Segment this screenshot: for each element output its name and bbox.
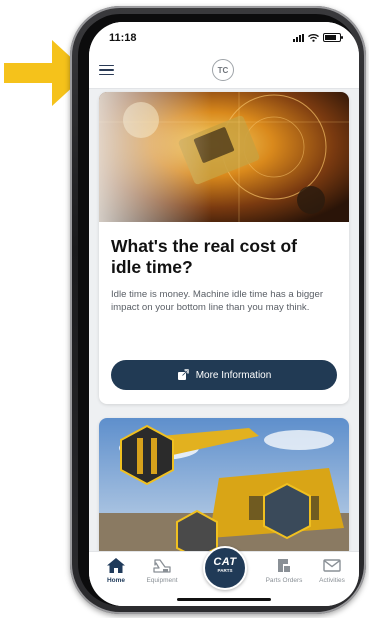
battery-icon <box>323 33 343 42</box>
nav-equipment-label: Equipment <box>146 577 178 584</box>
cat-parts-sub-text: PARTS <box>217 568 233 573</box>
external-link-icon <box>177 369 189 380</box>
tc-logo: TC <box>212 59 234 81</box>
home-icon <box>107 558 125 573</box>
article-hero-image <box>99 92 349 222</box>
article-description: Idle time is money. Machine idle time ha… <box>111 289 324 313</box>
status-bar: 11:18 <box>89 22 359 52</box>
equipment-promo-card[interactable] <box>99 418 349 558</box>
nav-equipment[interactable]: Equipment <box>135 557 189 584</box>
nav-parts-orders[interactable]: Parts Orders <box>257 557 311 584</box>
cat-parts-button[interactable]: CAT PARTS <box>203 546 247 590</box>
hamburger-menu-icon[interactable] <box>95 59 117 81</box>
logo-text: TC <box>217 66 229 75</box>
nav-activities-label: Activities <box>319 577 345 584</box>
signal-icon <box>293 33 304 42</box>
excavator-icon <box>153 559 171 573</box>
app-screen: 11:18 TC What's the real cost of idle ti… <box>89 22 359 606</box>
nav-activities[interactable]: Activities <box>305 557 359 584</box>
parts-orders-icon <box>278 559 290 572</box>
more-information-label: More Information <box>195 369 272 381</box>
equipment-promo-image <box>99 418 349 558</box>
nav-parts-orders-label: Parts Orders <box>265 577 303 584</box>
article-body: What's the real cost of idle time? Idle … <box>99 222 349 314</box>
app-header: TC <box>89 52 359 89</box>
wifi-icon <box>308 33 319 42</box>
status-icons <box>293 33 343 42</box>
cat-parts-logo-text: CAT <box>213 556 237 568</box>
more-information-button[interactable]: More Information <box>111 360 337 390</box>
home-indicator-bar <box>177 598 271 601</box>
article-card[interactable]: What's the real cost of idle time? Idle … <box>99 92 349 404</box>
article-title: What's the real cost of idle time? <box>111 236 297 277</box>
mail-icon <box>323 559 341 572</box>
bottom-navigation: Home Equipment CAT PARTS Parts Orders Ac… <box>89 546 359 606</box>
status-time: 11:18 <box>109 32 137 44</box>
